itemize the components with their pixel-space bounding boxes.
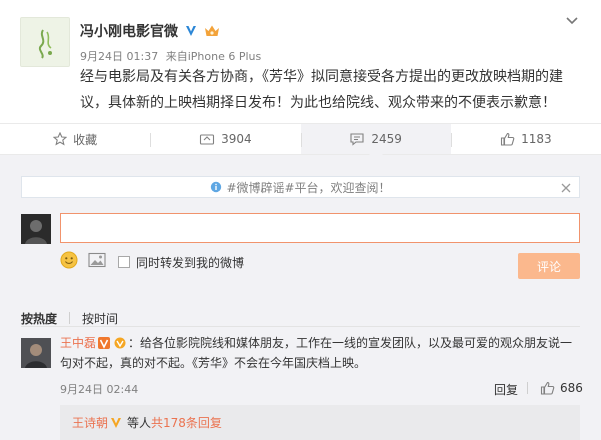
- thumbs-up-icon: [501, 132, 515, 146]
- current-user-avatar[interactable]: [21, 214, 51, 244]
- submit-comment-button[interactable]: 评论: [518, 253, 580, 279]
- favorite-button[interactable]: 收藏: [0, 124, 150, 154]
- post-action-bar: 收藏 3904 2459 1183: [0, 123, 601, 155]
- member-badge-icon[interactable]: [114, 335, 126, 349]
- post-timestamp[interactable]: 9月24日 01:37: [80, 50, 158, 63]
- weibo-post: 冯小刚电影官微 9月24日 01:37 来自iPhone 6 Plus 经与电影…: [0, 0, 601, 117]
- forward-icon: [200, 134, 215, 145]
- tab-divider: [69, 312, 71, 324]
- tab-sort-hot[interactable]: 按热度: [21, 310, 57, 327]
- comment-timestamp: 9月24日 02:44: [60, 383, 139, 396]
- forward-checkbox-label[interactable]: 同时转发到我的微博: [136, 254, 244, 271]
- comment-count: 2459: [371, 132, 402, 146]
- comment-avatar[interactable]: [21, 338, 51, 368]
- author-name[interactable]: 冯小刚电影官微: [80, 21, 178, 41]
- comment-bubble-icon: [350, 133, 364, 146]
- favorite-label: 收藏: [73, 132, 98, 147]
- forward-count: 3904: [221, 132, 252, 146]
- sort-divider-line: [21, 326, 580, 327]
- notice-text[interactable]: #微博辟谣#平台，欢迎查阅！: [226, 179, 390, 196]
- close-icon[interactable]: [561, 182, 571, 193]
- comment-username[interactable]: 王中磊: [60, 336, 96, 350]
- comment-like-button[interactable]: 686: [540, 380, 583, 396]
- source-prefix: 来自: [165, 50, 188, 63]
- like-count: 1183: [521, 132, 552, 146]
- comment-input[interactable]: [60, 213, 580, 243]
- author-avatar[interactable]: [20, 17, 70, 67]
- verified-v-badge-icon[interactable]: [184, 24, 198, 38]
- sub-reply-summary: 王诗朝 等人 共178条回复: [60, 405, 580, 440]
- comment-like-count: 686: [560, 381, 583, 395]
- comment-body: 王中磊 ：给各位影院院线和媒体朋友，工作在一线的宣发团队，以及最可爱的观众朋友说一…: [60, 333, 580, 373]
- thumbs-up-icon: [540, 381, 555, 395]
- more-replies-link[interactable]: 共178条回复: [151, 414, 222, 431]
- sub-reply-username[interactable]: 王诗朝: [72, 414, 108, 431]
- emoji-icon[interactable]: [60, 251, 78, 273]
- like-button[interactable]: 1183: [450, 124, 601, 154]
- post-meta: 9月24日 01:37 来自iPhone 6 Plus: [80, 48, 261, 64]
- rumor-notice-bar[interactable]: #微博辟谣#平台，欢迎查阅！: [21, 176, 580, 198]
- info-circle-icon: [211, 181, 222, 193]
- forward-button[interactable]: 3904: [150, 124, 300, 154]
- image-icon[interactable]: [88, 252, 106, 272]
- reply-button[interactable]: 回复: [494, 381, 518, 398]
- author-row: 冯小刚电影官微: [80, 21, 220, 41]
- verified-v-badge-icon[interactable]: [98, 335, 111, 349]
- active-tab-notch: [368, 148, 383, 155]
- compose-tools: 同时转发到我的微博: [60, 251, 244, 273]
- comment-sort-tabs: 按热度 按时间: [21, 310, 118, 327]
- star-icon: [53, 132, 68, 146]
- post-source: iPhone 6 Plus: [187, 50, 262, 63]
- action-divider: [527, 382, 528, 394]
- chevron-down-icon[interactable]: [565, 15, 579, 27]
- post-content: 经与电影局及有关各方协商，《芳华》拟同意接受各方提出的更改放映档期的建议，具体新…: [80, 69, 563, 111]
- crown-member-icon[interactable]: [204, 24, 220, 38]
- tab-sort-time[interactable]: 按时间: [82, 310, 118, 327]
- verified-v-badge-icon[interactable]: [110, 417, 122, 429]
- comment-text: ：给各位影院院线和媒体朋友，工作在一线的宣发团队，以及最可爱的观众朋友说一句对不…: [60, 336, 573, 370]
- forward-checkbox[interactable]: [118, 256, 130, 268]
- sub-reply-text: 等人: [127, 416, 152, 430]
- comment-button[interactable]: 2459: [300, 124, 451, 155]
